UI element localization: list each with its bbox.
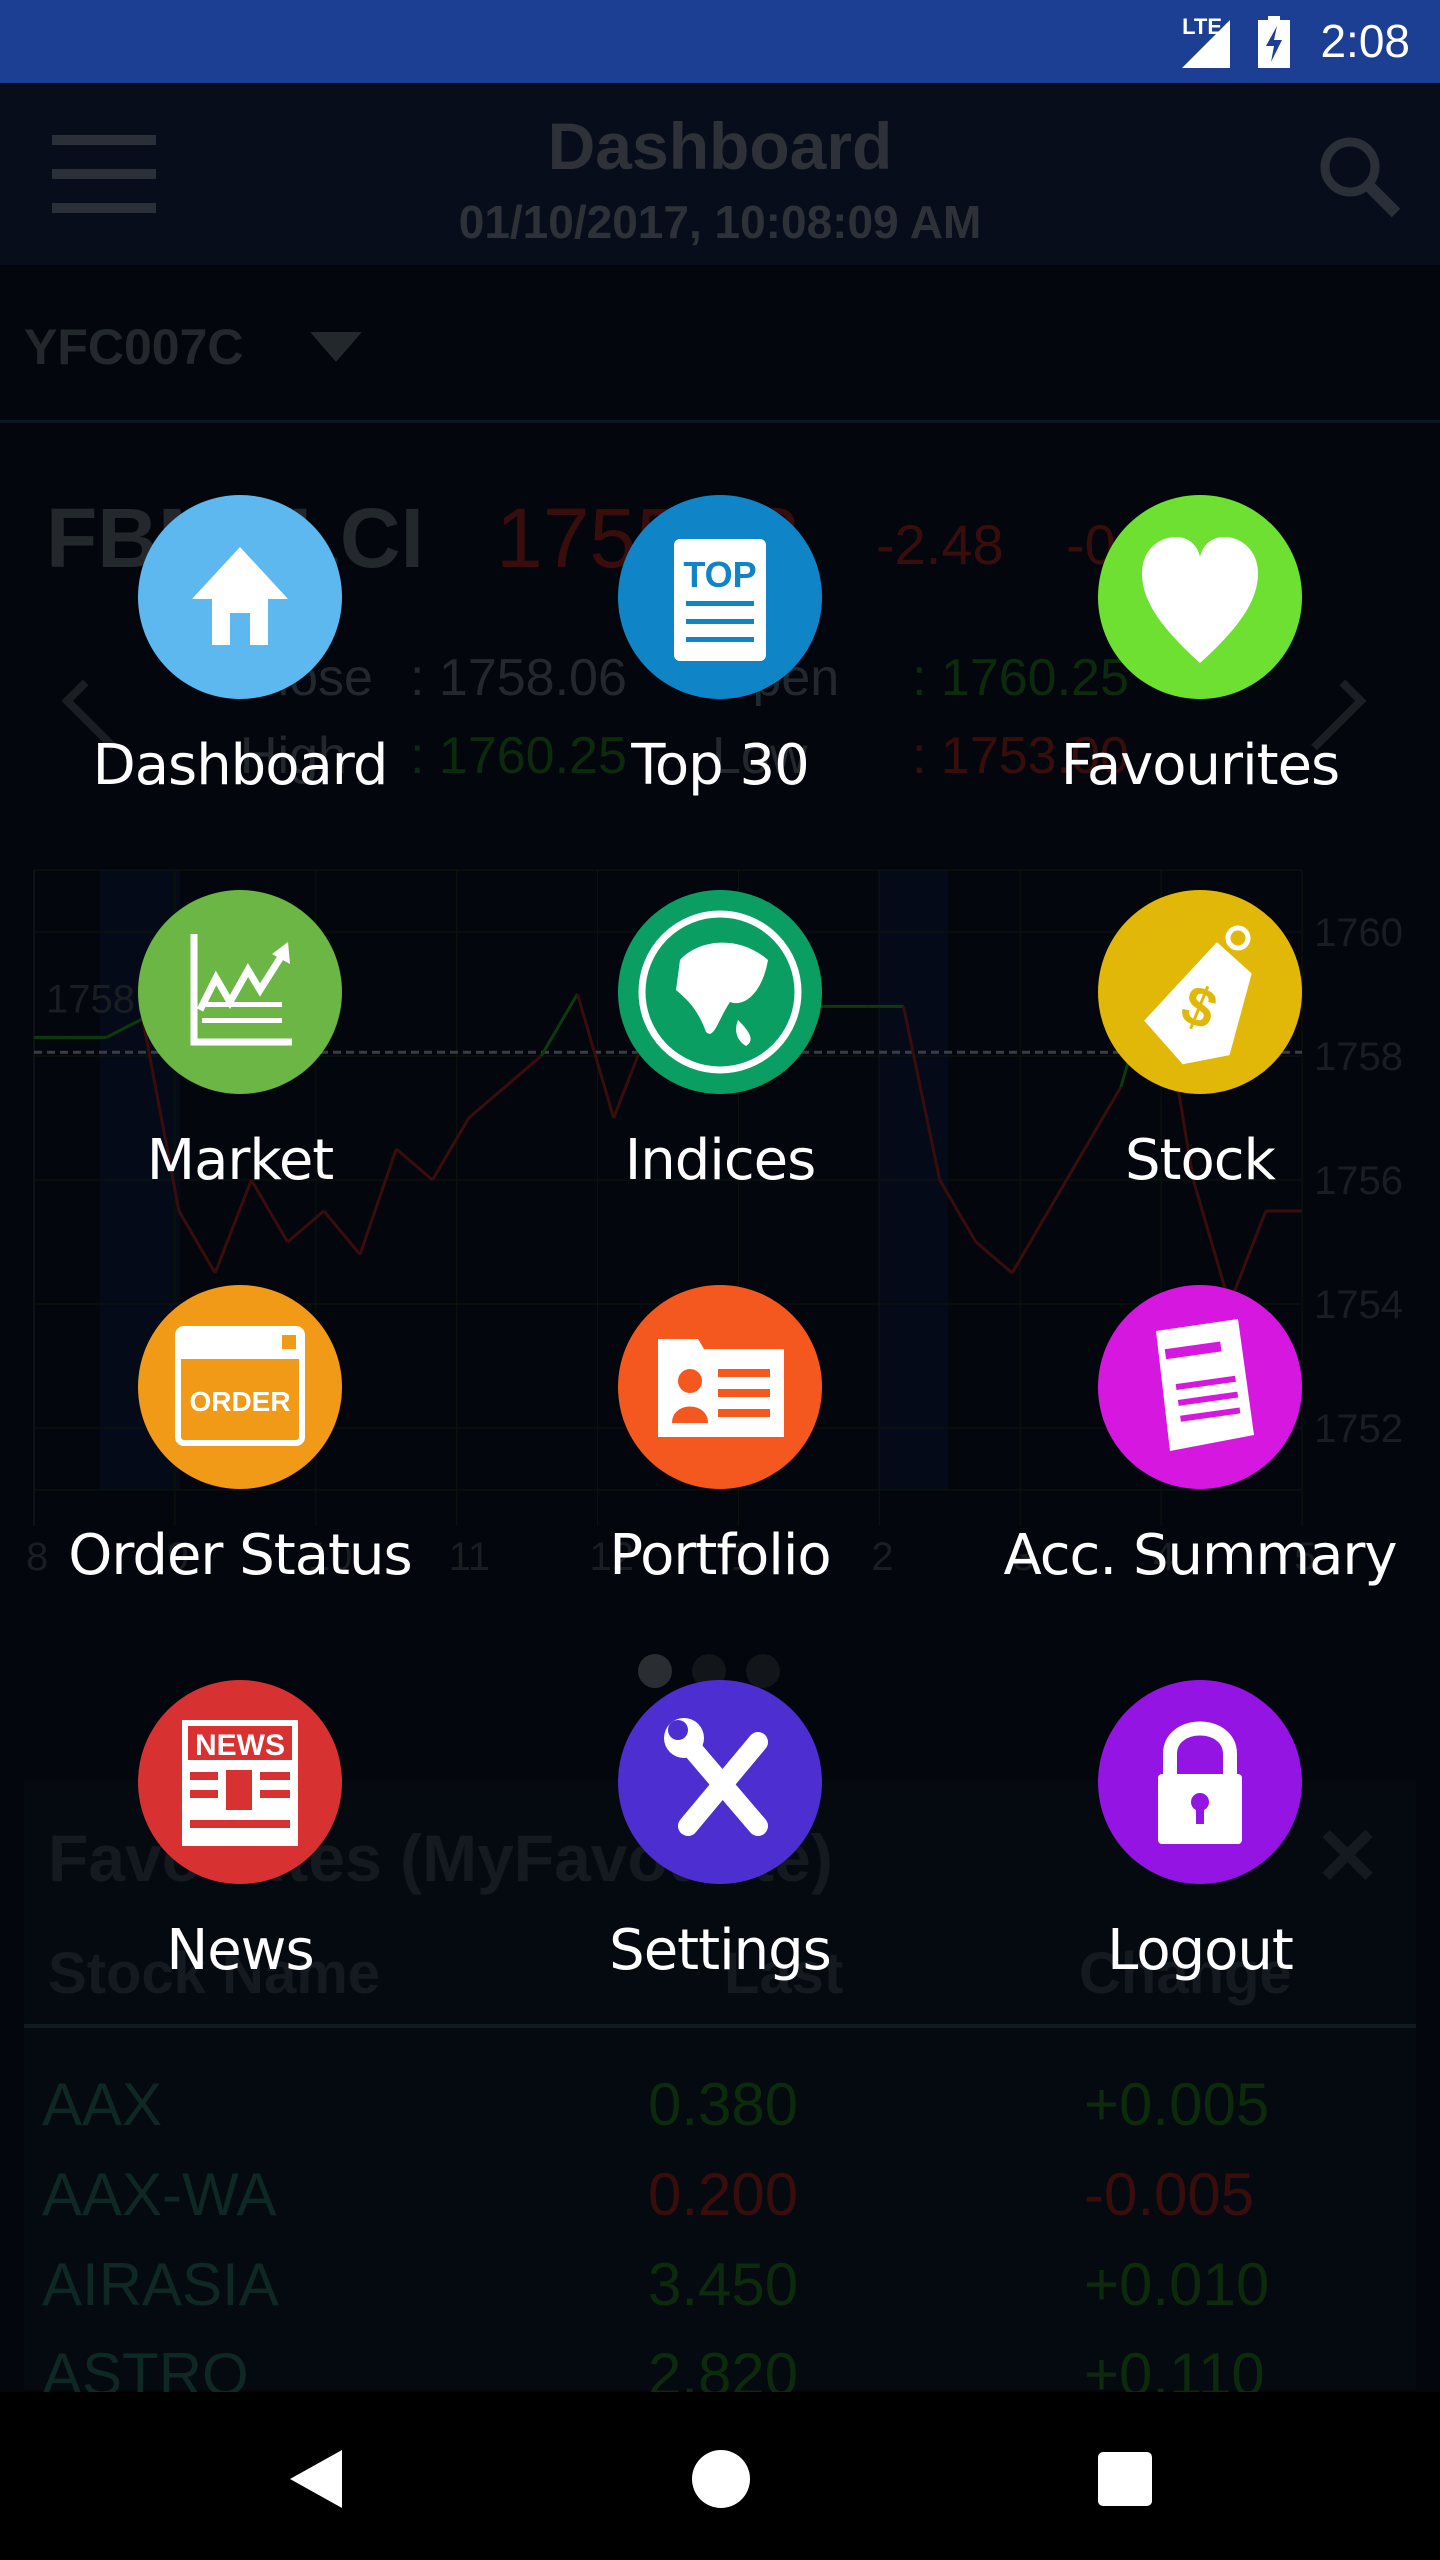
menu-item-label: Order Status xyxy=(68,1523,412,1588)
menu-item-settings[interactable]: Settings xyxy=(480,1680,960,2075)
stock-change: -0.005 xyxy=(1084,2161,1255,2228)
search-icon[interactable] xyxy=(1316,133,1402,219)
battery-charging-icon xyxy=(1258,16,1290,68)
stock-name: AIRASIA xyxy=(42,2251,279,2318)
menu-item-label: Top 30 xyxy=(631,733,810,798)
main-menu-grid: Dashboard TOP Top 30 Favourites Market Indice… xyxy=(0,495,1440,2095)
newspaper-icon[interactable]: NEWS xyxy=(138,1680,342,1884)
menu-item-label: Stock xyxy=(1125,1128,1276,1193)
table-row[interactable]: AAX-WA 0.200 -0.005 xyxy=(24,2160,1416,2250)
menu-item-dashboard[interactable]: Dashboard xyxy=(0,495,480,890)
menu-item-stock[interactable]: $ Stock xyxy=(960,890,1440,1285)
clock: 2:08 xyxy=(1320,15,1410,67)
menu-item-label: Favourites xyxy=(1060,733,1340,798)
svg-text:TOP: TOP xyxy=(683,554,756,595)
market-chart-icon[interactable] xyxy=(138,890,342,1094)
id-card-icon[interactable] xyxy=(618,1285,822,1489)
home-icon[interactable] xyxy=(138,495,342,699)
datetime: 01/10/2017, 10:08:09 AM xyxy=(458,196,982,248)
stock-last: 3.450 xyxy=(648,2251,799,2318)
navigation-bar xyxy=(0,2392,1440,2560)
chevron-down-icon[interactable] xyxy=(310,332,362,362)
svg-text:NEWS: NEWS xyxy=(195,1729,285,1762)
price-tag-icon[interactable]: $ xyxy=(1098,890,1302,1094)
menu-item-label: Acc. Summary xyxy=(1003,1523,1397,1588)
menu-item-news[interactable]: NEWS News xyxy=(0,1680,480,2075)
table-row[interactable]: AIRASIA 3.450 +0.010 xyxy=(24,2250,1416,2340)
symbol-dropdown[interactable]: YFC007C xyxy=(24,318,244,376)
menu-item-label: News xyxy=(166,1918,314,1983)
signal-icon xyxy=(1182,20,1230,68)
menu-item-label: Logout xyxy=(1107,1918,1294,1983)
svg-text:ORDER: ORDER xyxy=(189,1386,290,1417)
home-button-icon[interactable] xyxy=(692,2450,750,2508)
menu-item-label: Portfolio xyxy=(609,1523,831,1588)
globe-icon[interactable] xyxy=(618,890,822,1094)
menu-item-indices[interactable]: Indices xyxy=(480,890,960,1285)
back-icon[interactable] xyxy=(290,2450,342,2508)
heart-icon[interactable] xyxy=(1098,495,1302,699)
wrench-screwdriver-icon[interactable] xyxy=(618,1680,822,1884)
menu-item-label: Indices xyxy=(624,1128,817,1193)
status-bar: LTE 2:08 xyxy=(0,0,1440,83)
menu-item-favourites[interactable]: Favourites xyxy=(960,495,1440,890)
menu-item-acc-summary[interactable]: Acc. Summary xyxy=(960,1285,1440,1680)
menu-item-label: Settings xyxy=(609,1918,832,1983)
menu-item-label: Market xyxy=(146,1128,335,1193)
menu-item-order-status[interactable]: ORDER Order Status xyxy=(0,1285,480,1680)
top-list-icon[interactable]: TOP xyxy=(618,495,822,699)
app-header: Dashboard 01/10/2017, 10:08:09 AM xyxy=(0,83,1440,265)
menu-item-market[interactable]: Market xyxy=(0,890,480,1285)
stock-change: +0.010 xyxy=(1084,2251,1270,2318)
lock-icon[interactable] xyxy=(1098,1680,1302,1884)
menu-item-top-30[interactable]: TOP Top 30 xyxy=(480,495,960,890)
stock-name: AAX-WA xyxy=(42,2161,277,2228)
stock-last: 0.200 xyxy=(648,2161,799,2228)
recents-icon[interactable] xyxy=(1098,2452,1152,2506)
page-title: Dashboard xyxy=(547,109,893,183)
menu-item-label: Dashboard xyxy=(92,733,389,798)
menu-item-logout[interactable]: Logout xyxy=(960,1680,1440,2075)
menu-item-portfolio[interactable]: Portfolio xyxy=(480,1285,960,1680)
divider xyxy=(0,420,1440,423)
order-icon[interactable]: ORDER xyxy=(138,1285,342,1489)
document-icon[interactable] xyxy=(1098,1285,1302,1489)
